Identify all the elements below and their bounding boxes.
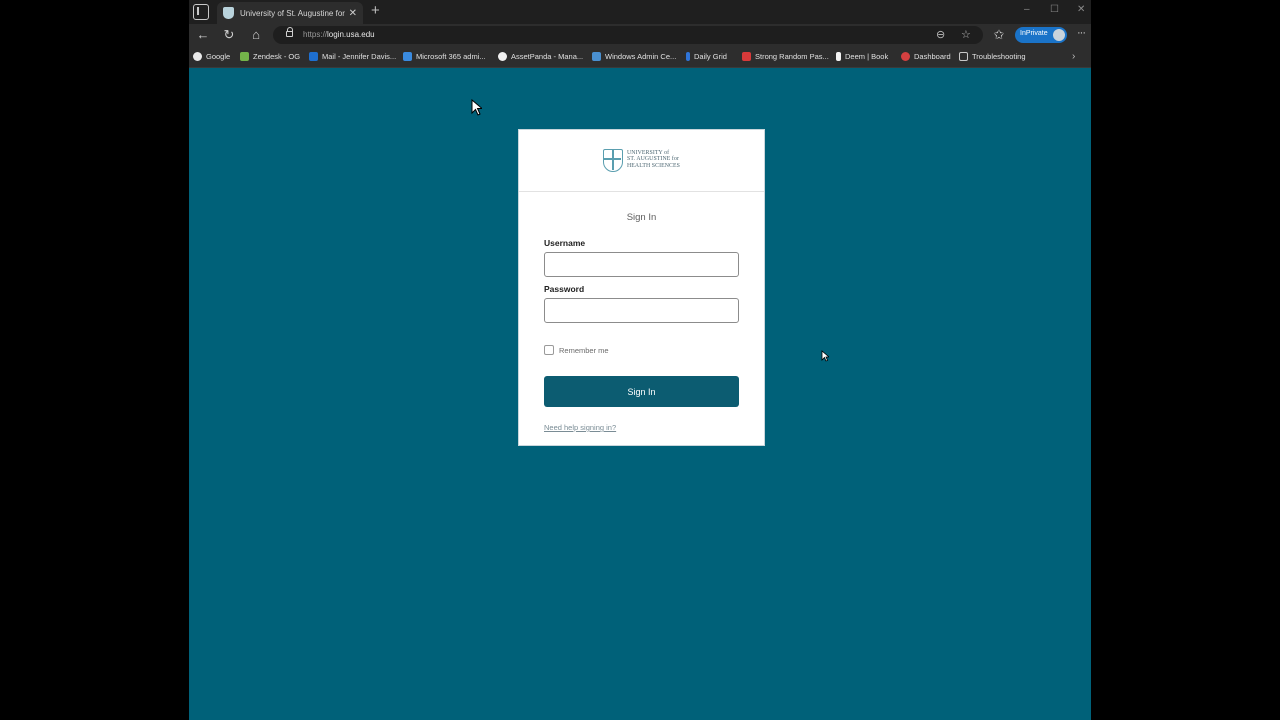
favorite-label: Mail - Jennifer Davis... <box>322 52 397 61</box>
browser-tab[interactable]: University of St. Augustine for He ✕ <box>217 2 363 24</box>
chevron-right-icon[interactable]: › <box>1072 51 1075 62</box>
google-icon <box>193 52 202 61</box>
logo-header: UNIVERSITY of ST. AUGUSTINE for HEALTH S… <box>519 130 764 192</box>
username-label: Username <box>544 238 586 248</box>
assetpanda-icon <box>498 52 507 61</box>
mouse-pointer-icon <box>821 350 829 362</box>
logo-line: HEALTH SCIENCES <box>627 162 680 169</box>
sign-in-card: UNIVERSITY of ST. AUGUSTINE for HEALTH S… <box>518 129 765 446</box>
mouse-pointer-icon <box>471 99 482 116</box>
favorite-deem[interactable]: Deem | Book <box>836 52 888 61</box>
logo-line: ST. AUGUSTINE for <box>627 156 679 163</box>
maximize-icon[interactable]: ☐ <box>1050 4 1059 15</box>
windows-admin-icon <box>592 52 601 61</box>
favorite-windows-admin[interactable]: Windows Admin Ce... <box>592 52 676 61</box>
favorite-m365-admin[interactable]: Microsoft 365 admi... <box>403 52 486 61</box>
favorite-dashboard[interactable]: Dashboard <box>901 52 951 61</box>
favorite-label: Troubleshooting <box>972 52 1026 61</box>
sign-in-button[interactable]: Sign In <box>544 376 739 407</box>
url-text[interactable]: https://login.usa.edu <box>303 30 375 39</box>
university-shield-icon <box>603 149 623 172</box>
username-input[interactable] <box>544 252 739 277</box>
favorite-label: Zendesk - OG <box>253 52 301 61</box>
more-menu-icon[interactable]: ··· <box>1077 27 1086 39</box>
page-content: UNIVERSITY of ST. AUGUSTINE for HEALTH S… <box>189 68 1091 720</box>
window-close-icon[interactable]: ✕ <box>1077 4 1085 15</box>
remember-me-label[interactable]: Remember me <box>559 346 609 355</box>
sign-in-title: Sign In <box>626 212 657 223</box>
outlook-icon <box>309 52 318 61</box>
zendesk-icon <box>240 52 249 61</box>
university-favicon-icon <box>223 7 234 19</box>
folder-icon <box>959 52 968 61</box>
favorite-google[interactable]: Google <box>193 52 230 61</box>
tab-strip: University of St. Augustine for He ✕ + –… <box>189 0 1091 24</box>
daily-grid-icon <box>686 52 690 61</box>
dashboard-icon <box>901 52 910 61</box>
favorite-mail[interactable]: Mail - Jennifer Davis... <box>309 52 396 61</box>
favorite-label: Daily Grid <box>694 52 727 61</box>
favorite-label: Deem | Book <box>845 52 889 61</box>
favorite-star-icon[interactable]: ☆ <box>961 28 971 42</box>
favorite-daily-grid[interactable]: Daily Grid <box>686 52 727 61</box>
favorite-troubleshooting-folder[interactable]: Troubleshooting <box>959 52 1026 61</box>
favorite-label: Windows Admin Ce... <box>605 52 677 61</box>
key-icon <box>742 52 751 61</box>
url-host: login.usa.edu <box>327 30 375 39</box>
favorite-label: Dashboard <box>914 52 951 61</box>
favorite-strong-random-password[interactable]: Strong Random Pas... <box>742 52 829 61</box>
back-icon[interactable]: ← <box>195 27 211 43</box>
password-input[interactable] <box>544 298 739 323</box>
tab-close-icon[interactable]: ✕ <box>349 8 357 19</box>
tracking-prevention-icon[interactable]: ⊖ <box>936 28 945 42</box>
favorites-icon[interactable]: ✩ <box>991 27 1007 43</box>
need-help-link[interactable]: Need help signing in? <box>544 423 616 432</box>
favorite-zendesk[interactable]: Zendesk - OG <box>240 52 300 61</box>
favorite-label: AssetPanda - Mana... <box>511 52 584 61</box>
tab-actions-icon[interactable] <box>193 4 209 20</box>
refresh-icon[interactable]: ↻ <box>221 27 237 43</box>
browser-window: University of St. Augustine for He ✕ + –… <box>189 0 1091 720</box>
favorite-label: Google <box>206 52 231 61</box>
favorite-label: Microsoft 365 admi... <box>416 52 486 61</box>
browser-toolbar: ← ↻ ⌂ https://login.usa.edu ⊖ ☆ ✩ InPriv… <box>189 24 1091 46</box>
favorite-assetpanda[interactable]: AssetPanda - Mana... <box>498 52 583 61</box>
deem-icon <box>836 52 841 61</box>
url-protocol: https:// <box>303 30 328 39</box>
inprivate-badge[interactable]: InPrivate <box>1015 27 1067 43</box>
password-label: Password <box>544 284 585 294</box>
profile-avatar <box>1053 29 1065 41</box>
address-bar[interactable]: https://login.usa.edu ⊖ ☆ <box>273 26 983 44</box>
new-tab-icon[interactable]: + <box>371 3 380 19</box>
favorites-bar: Google Zendesk - OG Mail - Jennifer Davi… <box>189 46 1091 68</box>
remember-me-checkbox[interactable] <box>544 345 554 355</box>
tab-title: University of St. Augustine for He <box>240 8 345 18</box>
university-logo: UNIVERSITY of ST. AUGUSTINE for HEALTH S… <box>627 150 680 169</box>
favorite-label: Strong Random Pas... <box>755 52 829 61</box>
lock-icon[interactable] <box>286 27 293 37</box>
minimize-icon[interactable]: – <box>1024 4 1030 15</box>
home-icon[interactable]: ⌂ <box>248 27 264 43</box>
m365-icon <box>403 52 412 61</box>
inprivate-label: InPrivate <box>1020 30 1048 37</box>
